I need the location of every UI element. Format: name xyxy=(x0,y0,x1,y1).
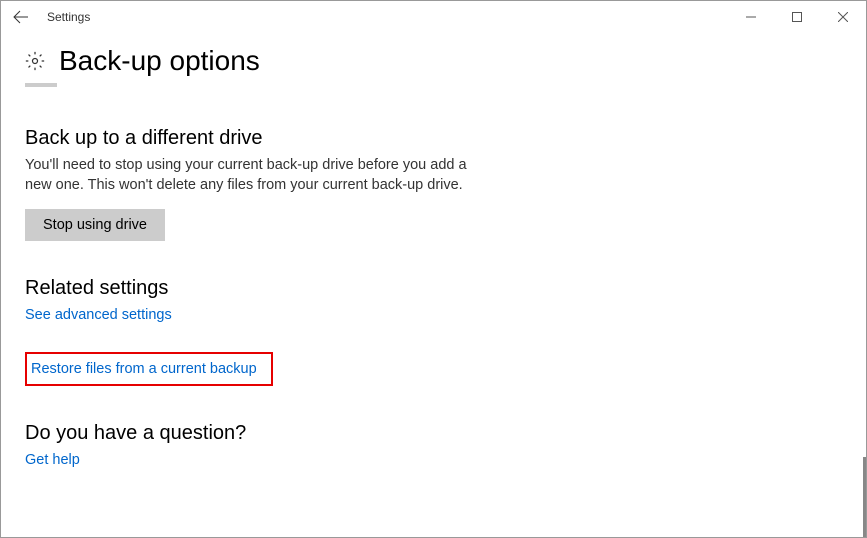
minimize-button[interactable] xyxy=(728,1,774,33)
backup-section: Back up to a different drive You'll need… xyxy=(25,127,842,241)
content-area: Back-up options Back up to a different d… xyxy=(1,33,866,529)
minimize-icon xyxy=(746,12,756,22)
titlebar: Settings xyxy=(1,1,866,33)
back-button[interactable] xyxy=(1,1,41,33)
window-title: Settings xyxy=(47,10,90,24)
back-arrow-icon xyxy=(13,9,29,25)
backup-description: You'll need to stop using your current b… xyxy=(25,156,475,195)
help-heading: Do you have a question? xyxy=(25,422,842,445)
advanced-settings-link[interactable]: See advanced settings xyxy=(25,307,172,323)
gear-icon xyxy=(25,51,45,71)
restore-files-link[interactable]: Restore files from a current backup xyxy=(31,361,257,377)
related-settings-section: Related settings See advanced settings R… xyxy=(25,277,842,386)
page-title: Back-up options xyxy=(59,45,260,77)
help-section: Do you have a question? Get help xyxy=(25,422,842,469)
restore-highlight-box: Restore files from a current backup xyxy=(25,352,273,386)
related-heading: Related settings xyxy=(25,277,842,300)
title-underline xyxy=(25,83,57,87)
close-icon xyxy=(838,12,848,22)
scrollbar-thumb[interactable] xyxy=(863,457,866,537)
maximize-button[interactable] xyxy=(774,1,820,33)
close-button[interactable] xyxy=(820,1,866,33)
maximize-icon xyxy=(792,12,802,22)
page-header: Back-up options xyxy=(25,45,842,77)
backup-heading: Back up to a different drive xyxy=(25,127,842,150)
get-help-link[interactable]: Get help xyxy=(25,452,80,468)
stop-using-drive-button[interactable]: Stop using drive xyxy=(25,209,165,241)
window-controls xyxy=(728,1,866,33)
